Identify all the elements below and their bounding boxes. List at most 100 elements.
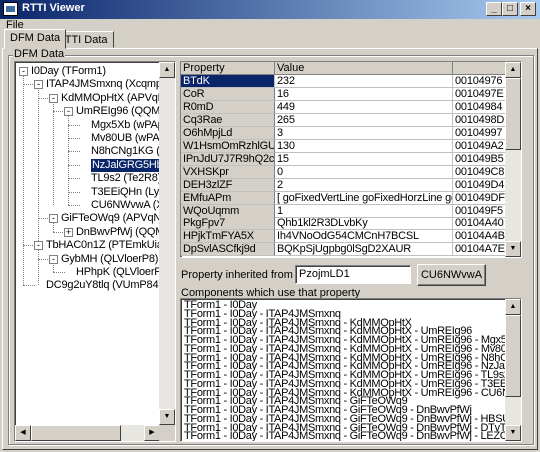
collapse-icon[interactable]: - bbox=[64, 107, 73, 117]
property-address-cell[interactable]: 00104984 bbox=[453, 100, 513, 114]
usage-scroll-down-icon[interactable]: ▼ bbox=[505, 425, 521, 441]
tree-scroll-corner bbox=[159, 425, 175, 441]
usage-list[interactable]: TForm1 - I0Day TForm1 - I0Day - ITAP4JMSm… bbox=[180, 298, 522, 442]
scroll-up-icon[interactable]: ▲ bbox=[159, 62, 175, 78]
property-address-cell[interactable]: 001049A2 bbox=[453, 139, 513, 153]
tree-guide-line bbox=[38, 88, 39, 246]
property-value-cell[interactable]: 15 bbox=[275, 152, 453, 166]
tree-node[interactable]: ITAP4JMSmxnq (XcqmpONHvmE7) bbox=[46, 78, 175, 91]
tree-connector bbox=[68, 191, 80, 193]
property-address-cell[interactable]: 001049C8 bbox=[453, 165, 513, 179]
property-address-cell[interactable]: 001049DF bbox=[453, 191, 513, 205]
expand-icon[interactable]: + bbox=[64, 227, 73, 237]
collapse-icon[interactable]: - bbox=[19, 67, 28, 76]
property-value-cell[interactable]: 265 bbox=[275, 113, 453, 127]
tree-node[interactable]: I0Day (TForm1) bbox=[31, 65, 106, 78]
tree-connector bbox=[68, 151, 80, 153]
maximize-button[interactable]: □ bbox=[502, 2, 518, 16]
property-name-cell[interactable]: VXHSKpr bbox=[181, 165, 275, 179]
inherited-field[interactable]: PzojmLD1 bbox=[295, 265, 411, 284]
property-value-cell[interactable]: 1 bbox=[275, 204, 453, 218]
property-name-cell[interactable]: EMfuAPm bbox=[181, 191, 275, 205]
tree-guide-line bbox=[53, 262, 54, 272]
property-value-cell[interactable]: 449 bbox=[275, 100, 453, 114]
usage-vscroll-thumb[interactable] bbox=[505, 315, 521, 397]
property-name-cell[interactable]: DpSvlASCfkj9d bbox=[181, 243, 275, 257]
property-address-cell[interactable]: 00104A40 bbox=[453, 217, 513, 231]
property-address-cell[interactable]: 0010497E bbox=[453, 87, 513, 101]
property-address-cell[interactable]: 001049F5 bbox=[453, 204, 513, 218]
tree-node[interactable]: TbHAC0n1Z (PTEmkUiay) bbox=[46, 239, 172, 252]
property-value-cell[interactable]: [ goFixedVertLine goFixedHorzLine goVert… bbox=[275, 191, 453, 205]
tree-node[interactable]: DC9g2uY8tlq (VUmP84Y1n1J) bbox=[46, 279, 175, 292]
collapse-icon[interactable]: - bbox=[49, 93, 58, 103]
collapse-icon[interactable]: - bbox=[34, 241, 43, 251]
property-name-cell[interactable]: DEH3zlZF bbox=[181, 178, 275, 192]
tree-guide-line bbox=[23, 75, 24, 286]
tree-node[interactable]: TL9s2 (Te2R8) bbox=[91, 172, 161, 185]
tab-dfm-data[interactable]: DFM Data bbox=[4, 29, 67, 49]
grid-scroll-up-icon[interactable]: ▲ bbox=[505, 62, 521, 78]
grid-column-header[interactable]: Value bbox=[275, 62, 453, 75]
property-address-cell[interactable]: 00104A4B bbox=[453, 230, 513, 244]
collapse-icon[interactable]: - bbox=[49, 214, 58, 224]
title-bar[interactable]: RTTI Viewer _ □ × bbox=[0, 0, 540, 19]
tree-connector bbox=[53, 272, 65, 273]
grid-vscrollbar[interactable]: ▲ ▼ bbox=[505, 62, 521, 257]
property-name-cell[interactable]: IPnJdU7J7R9hQ2cg bbox=[181, 152, 275, 166]
app-icon[interactable] bbox=[3, 2, 18, 16]
tree-hscroll-thumb[interactable] bbox=[31, 425, 121, 441]
property-name-cell[interactable]: WQoUqmm bbox=[181, 204, 275, 218]
property-address-cell[interactable]: 001049B5 bbox=[453, 152, 513, 166]
property-value-cell[interactable]: Qhb1kl2R3DLvbKy bbox=[275, 217, 453, 231]
scroll-right-icon[interactable]: ▶ bbox=[144, 425, 160, 441]
tree-hscrollbar[interactable]: ◀ ▶ bbox=[15, 425, 160, 441]
property-name-cell[interactable]: O6hMpjLd bbox=[181, 126, 275, 140]
tree-node[interactable]: HPhpK (QLVloerP8) bbox=[76, 266, 171, 279]
usage-list-item[interactable]: TForm1 - I0Day - ITAP4JMSmxnq - GiFTeOWq… bbox=[184, 431, 521, 441]
property-value-cell[interactable]: 232 bbox=[275, 75, 453, 88]
scroll-down-icon[interactable]: ▼ bbox=[159, 409, 175, 425]
property-address-cell[interactable]: 00104997 bbox=[453, 126, 513, 140]
grid-vscroll-thumb[interactable] bbox=[505, 78, 521, 150]
collapse-icon[interactable]: - bbox=[34, 80, 43, 90]
property-name-cell[interactable]: R0mD bbox=[181, 100, 275, 114]
window-title: RTTI Viewer bbox=[22, 2, 85, 14]
property-value-cell[interactable]: Ih4VNoOdG54CMCnH7BCSL bbox=[275, 230, 453, 244]
grid-column-header[interactable] bbox=[453, 62, 513, 75]
usage-scroll-up-icon[interactable]: ▲ bbox=[505, 299, 521, 315]
minimize-button[interactable]: _ bbox=[486, 2, 502, 16]
property-name-cell[interactable]: BTdK bbox=[181, 75, 275, 88]
property-grid[interactable]: Property Value BTdK 232 00104976 CoR 16 0010497… bbox=[180, 61, 522, 258]
property-name-cell[interactable]: PkgFpv7 bbox=[181, 217, 275, 231]
usage-vscrollbar[interactable]: ▲ ▼ bbox=[505, 299, 521, 441]
property-value-cell[interactable]: 3 bbox=[275, 126, 453, 140]
property-value-cell[interactable]: 0 bbox=[275, 165, 453, 179]
property-name-cell[interactable]: HPjkTmFYA5X bbox=[181, 230, 275, 244]
tree-guide-line bbox=[38, 249, 39, 286]
property-address-cell[interactable]: 00104976 bbox=[453, 75, 513, 88]
grid-scroll-down-icon[interactable]: ▼ bbox=[505, 241, 521, 257]
property-value-cell[interactable]: 16 bbox=[275, 87, 453, 101]
grid-column-header[interactable]: Property bbox=[181, 62, 275, 75]
inherited-class-button[interactable]: CU6NWvwA bbox=[417, 264, 486, 286]
property-value-cell[interactable]: BQKpSjUgpbg0lSgD2XAUR bbox=[275, 243, 453, 257]
component-tree[interactable]: -I0Day (TForm1)-ITAP4JMSmxnq (XcqmpONHvm… bbox=[14, 61, 176, 442]
tree-connector bbox=[23, 285, 35, 287]
tree-connector bbox=[68, 164, 80, 166]
property-name-cell[interactable]: W1HsmOmRzhlGU0 bbox=[181, 139, 275, 153]
property-address-cell[interactable]: 001049D4 bbox=[453, 178, 513, 192]
scroll-left-icon[interactable]: ◀ bbox=[15, 425, 31, 441]
property-address-cell[interactable]: 0010498D bbox=[453, 113, 513, 127]
tree-vscrollbar[interactable]: ▲ ▼ bbox=[159, 62, 175, 425]
tree-connector bbox=[68, 138, 80, 139]
close-button[interactable]: × bbox=[520, 2, 536, 16]
property-address-cell[interactable]: 00104A7E bbox=[453, 243, 513, 257]
property-value-cell[interactable]: 2 bbox=[275, 178, 453, 192]
property-name-cell[interactable]: Cq3Rae bbox=[181, 113, 275, 127]
collapse-icon[interactable]: - bbox=[49, 254, 58, 264]
property-name-cell[interactable]: CoR bbox=[181, 87, 275, 101]
tree-node[interactable]: GybMH (QLVloerP8) bbox=[61, 253, 158, 266]
property-value-cell[interactable]: 130 bbox=[275, 139, 453, 153]
tree-guide-line bbox=[53, 101, 54, 205]
